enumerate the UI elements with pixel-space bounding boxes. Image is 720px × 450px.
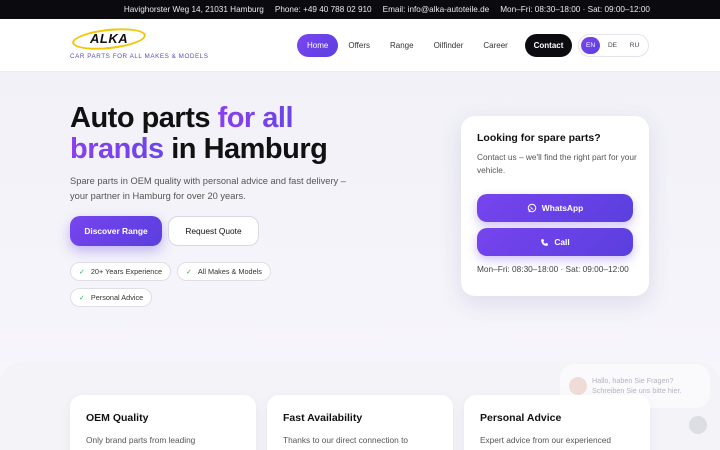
top-info-bar: Havighorster Weg 14, 21031 Hamburg Phone… — [0, 0, 720, 19]
check-icon: ✓ — [186, 268, 192, 276]
feature-card-availability: Fast Availability Thanks to our direct c… — [267, 395, 453, 450]
whatsapp-button[interactable]: WhatsApp — [477, 194, 633, 222]
check-icon: ✓ — [79, 268, 85, 276]
feature-title: Fast Availability — [283, 412, 363, 424]
nav-item-home[interactable]: Home — [297, 34, 339, 57]
request-quote-button[interactable]: Request Quote — [168, 216, 259, 246]
nav-item-range[interactable]: Range — [380, 34, 424, 57]
site-header: ALKA CAR PARTS FOR ALL MAKES & MODELS Ho… — [0, 19, 720, 72]
hero-title-accent2: brands — [70, 133, 164, 165]
logo[interactable]: ALKA CAR PARTS FOR ALL MAKES & MODELS — [70, 25, 208, 60]
contact-button[interactable]: Contact — [525, 34, 572, 57]
chat-bubble-icon[interactable] — [689, 416, 707, 434]
chat-avatar — [569, 377, 587, 395]
check-icon: ✓ — [79, 294, 85, 302]
feature-title: Personal Advice — [480, 412, 562, 424]
hero-title-part2: in Hamburg — [163, 133, 328, 165]
chat-message: Hallo, haben Sie Fragen? Schreiben Sie u… — [592, 376, 682, 396]
badge-makes-models: ✓ All Makes & Models — [177, 262, 271, 281]
contact-card-text: Contact us – we'll find the right part f… — [477, 152, 637, 175]
feature-text: Expert advice from our experienced — [480, 435, 611, 445]
logo-wordmark: ALKA — [90, 31, 129, 46]
main-nav: Home Offers Range Oilfinder Career — [297, 34, 518, 57]
hero-title-accent1: for all — [217, 102, 294, 134]
language-switcher: EN DE RU — [578, 34, 649, 57]
hero-title-part1: Auto parts — [70, 102, 218, 134]
chat-line-2: Schreiben Sie uns bitte hier. — [592, 386, 682, 395]
contact-card: Looking for spare parts? Contact us – we… — [461, 116, 649, 296]
nav-item-oilfinder[interactable]: Oilfinder — [424, 34, 474, 57]
chat-line-1: Hallo, haben Sie Fragen? — [592, 376, 674, 385]
call-label: Call — [554, 237, 570, 247]
whatsapp-icon — [527, 203, 537, 213]
badge-advice: ✓ Personal Advice — [70, 288, 153, 307]
hero-section: Auto parts for all brands in Hamburg Spar… — [0, 72, 720, 362]
phone-link[interactable]: Phone: +49 40 788 02 910 — [275, 5, 372, 14]
lang-de[interactable]: DE — [603, 37, 622, 54]
chat-popup[interactable]: Hallo, haben Sie Fragen? Schreiben Sie u… — [560, 364, 710, 408]
badge-label: All Makes & Models — [197, 267, 262, 276]
contact-card-hours: Mon–Fri: 08:30–18:00 · Sat: 09:00–12:00 — [477, 264, 629, 274]
discover-range-button[interactable]: Discover Range — [70, 216, 162, 246]
hero-title: Auto parts for all brands in Hamburg — [70, 103, 370, 165]
feature-card-oem: OEM Quality Only brand parts from leadin… — [70, 395, 256, 450]
contact-card-title: Looking for spare parts? — [477, 132, 601, 144]
feature-text: Only brand parts from leading — [86, 435, 196, 445]
badge-label: Personal Advice — [90, 293, 144, 302]
nav-item-career[interactable]: Career — [473, 34, 517, 57]
feature-text: Thanks to our direct connection to — [283, 435, 408, 445]
lang-ru[interactable]: RU — [625, 37, 644, 54]
feature-title: OEM Quality — [86, 412, 149, 424]
address-text: Havighorster Weg 14, 21031 Hamburg — [123, 5, 264, 14]
badge-experience: ✓ 20+ Years Experience — [70, 262, 172, 281]
opening-hours-text: Mon–Fri: 08:30–18:00 · Sat: 09:00–12:00 — [500, 5, 650, 14]
lang-en[interactable]: EN — [581, 37, 600, 54]
logo-tagline: CAR PARTS FOR ALL MAKES & MODELS — [70, 53, 209, 60]
logo-mark: ALKA — [70, 25, 148, 53]
nav-item-offers[interactable]: Offers — [338, 34, 380, 57]
phone-icon — [541, 238, 549, 246]
call-button[interactable]: Call — [477, 228, 633, 256]
whatsapp-label: WhatsApp — [541, 203, 584, 213]
hero-subtitle: Spare parts in OEM quality with personal… — [70, 176, 346, 201]
email-link[interactable]: Email: info@alka-autoteile.de — [383, 5, 490, 14]
badge-label: 20+ Years Experience — [90, 267, 163, 276]
